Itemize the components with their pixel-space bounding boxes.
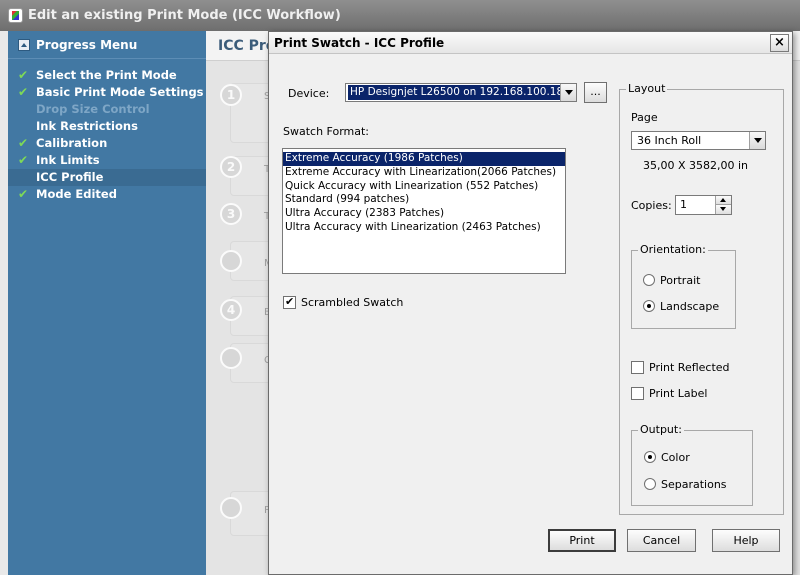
print-button[interactable]: Print [548,529,616,552]
separations-radio[interactable] [644,478,656,490]
layout-group-title: Layout [626,82,668,95]
sidebar-item-calibration[interactable]: ✔ Calibration [8,135,206,152]
color-radio[interactable] [644,451,656,463]
browse-device-button[interactable]: ... [584,82,607,103]
list-item[interactable]: Extreme Accuracy with Linearization(2066… [283,166,565,180]
orientation-group-title: Orientation: [638,243,708,256]
sidebar-item-basic-settings[interactable]: ✔ Basic Print Mode Settings [8,84,206,101]
step-number-2: 2 [220,156,242,178]
sidebar-item-ink-limits[interactable]: ✔ Ink Limits [8,152,206,169]
step-number-3: 3 [220,203,242,225]
step-circle-empty [220,497,242,519]
check-icon: ✔ [18,153,29,167]
page-label: Page [631,111,658,124]
print-label-label: Print Label [649,387,708,400]
list-item[interactable]: Quick Accuracy with Linearization (552 P… [283,180,565,194]
output-group: Output: [631,423,753,506]
spin-up-icon[interactable] [715,196,731,205]
check-icon: ✔ [18,68,29,82]
check-icon: ✔ [18,85,29,99]
step-number-4: 4 [220,299,242,321]
copies-stepper[interactable]: 1 [675,195,732,215]
help-button[interactable]: Help [712,529,780,552]
print-reflected-checkbox[interactable] [631,361,644,374]
list-item[interactable]: Ultra Accuracy (2383 Patches) [283,207,565,221]
list-item[interactable]: Ultra Accuracy with Linearization (2463 … [283,221,565,235]
spin-down-icon[interactable] [715,205,731,214]
color-label: Color [661,451,690,464]
landscape-label: Landscape [660,300,720,313]
page-value: 36 Inch Roll [637,134,702,147]
landscape-radio[interactable] [643,300,655,312]
dialog-title-bar[interactable]: Print Swatch - ICC Profile × [269,32,792,54]
dialog-title: Print Swatch - ICC Profile [274,36,445,50]
page-size-readout: 35,00 X 3582,00 in [643,159,749,172]
sidebar-item-ink-restrictions[interactable]: Ink Restrictions [8,118,206,135]
window-title-bar: Edit an existing Print Mode (ICC Workflo… [0,0,800,31]
output-group-title: Output: [638,423,684,436]
close-button[interactable]: × [770,34,789,52]
sidebar-item-select-print-mode[interactable]: ✔ Select the Print Mode [8,67,206,84]
list-item[interactable]: Extreme Accuracy (1986 Patches) [283,152,565,166]
app-icon [8,8,23,23]
swatch-format-label: Swatch Format: [283,125,370,138]
window-title: Edit an existing Print Mode (ICC Workflo… [28,8,341,23]
print-swatch-dialog: Print Swatch - ICC Profile × Device: HP … [268,31,793,575]
print-reflected-label: Print Reflected [649,361,730,374]
cancel-button[interactable]: Cancel [627,529,696,552]
copies-value: 1 [680,198,687,211]
orientation-group: Orientation: [631,243,736,329]
device-value: HP Designjet L26500 on 192.168.100.185 [348,85,572,100]
portrait-radio[interactable] [643,274,655,286]
scrambled-swatch-checkbox[interactable] [283,295,296,309]
progress-steps: ✔ Select the Print Mode ✔ Basic Print Mode… [8,59,214,203]
chevron-down-icon[interactable] [560,84,576,101]
device-select[interactable]: HP Designjet L26500 on 192.168.100.185 [345,83,577,102]
step-circle-empty [220,347,242,369]
copies-label: Copies: [631,199,672,212]
check-icon: ✔ [18,136,29,150]
collapse-icon[interactable] [18,39,30,51]
step-circle-empty [220,250,242,272]
step-number-1: 1 [220,84,242,106]
page-select[interactable]: 36 Inch Roll [631,131,766,150]
sidebar-item-icc-profile[interactable]: ICC Profile [8,169,214,186]
check-icon: ✔ [18,187,29,201]
device-label: Device: [288,87,330,100]
swatch-format-list[interactable]: Extreme Accuracy (1986 Patches) Extreme … [282,148,566,274]
sidebar-item-mode-edited[interactable]: ✔ Mode Edited [8,186,206,203]
sidebar-item-drop-size: Drop Size Control [36,102,150,116]
list-item[interactable]: Standard (994 patches) [283,193,565,207]
separations-label: Separations [661,478,727,491]
portrait-label: Portrait [660,274,701,287]
chevron-down-icon[interactable] [749,132,765,149]
progress-sidebar: Progress Menu ✔ Select the Print Mode ✔ Ba… [8,31,214,575]
progress-menu-header[interactable]: Progress Menu [8,31,206,59]
scrambled-swatch-label: Scrambled Swatch [301,296,404,309]
print-label-checkbox[interactable] [631,387,644,400]
